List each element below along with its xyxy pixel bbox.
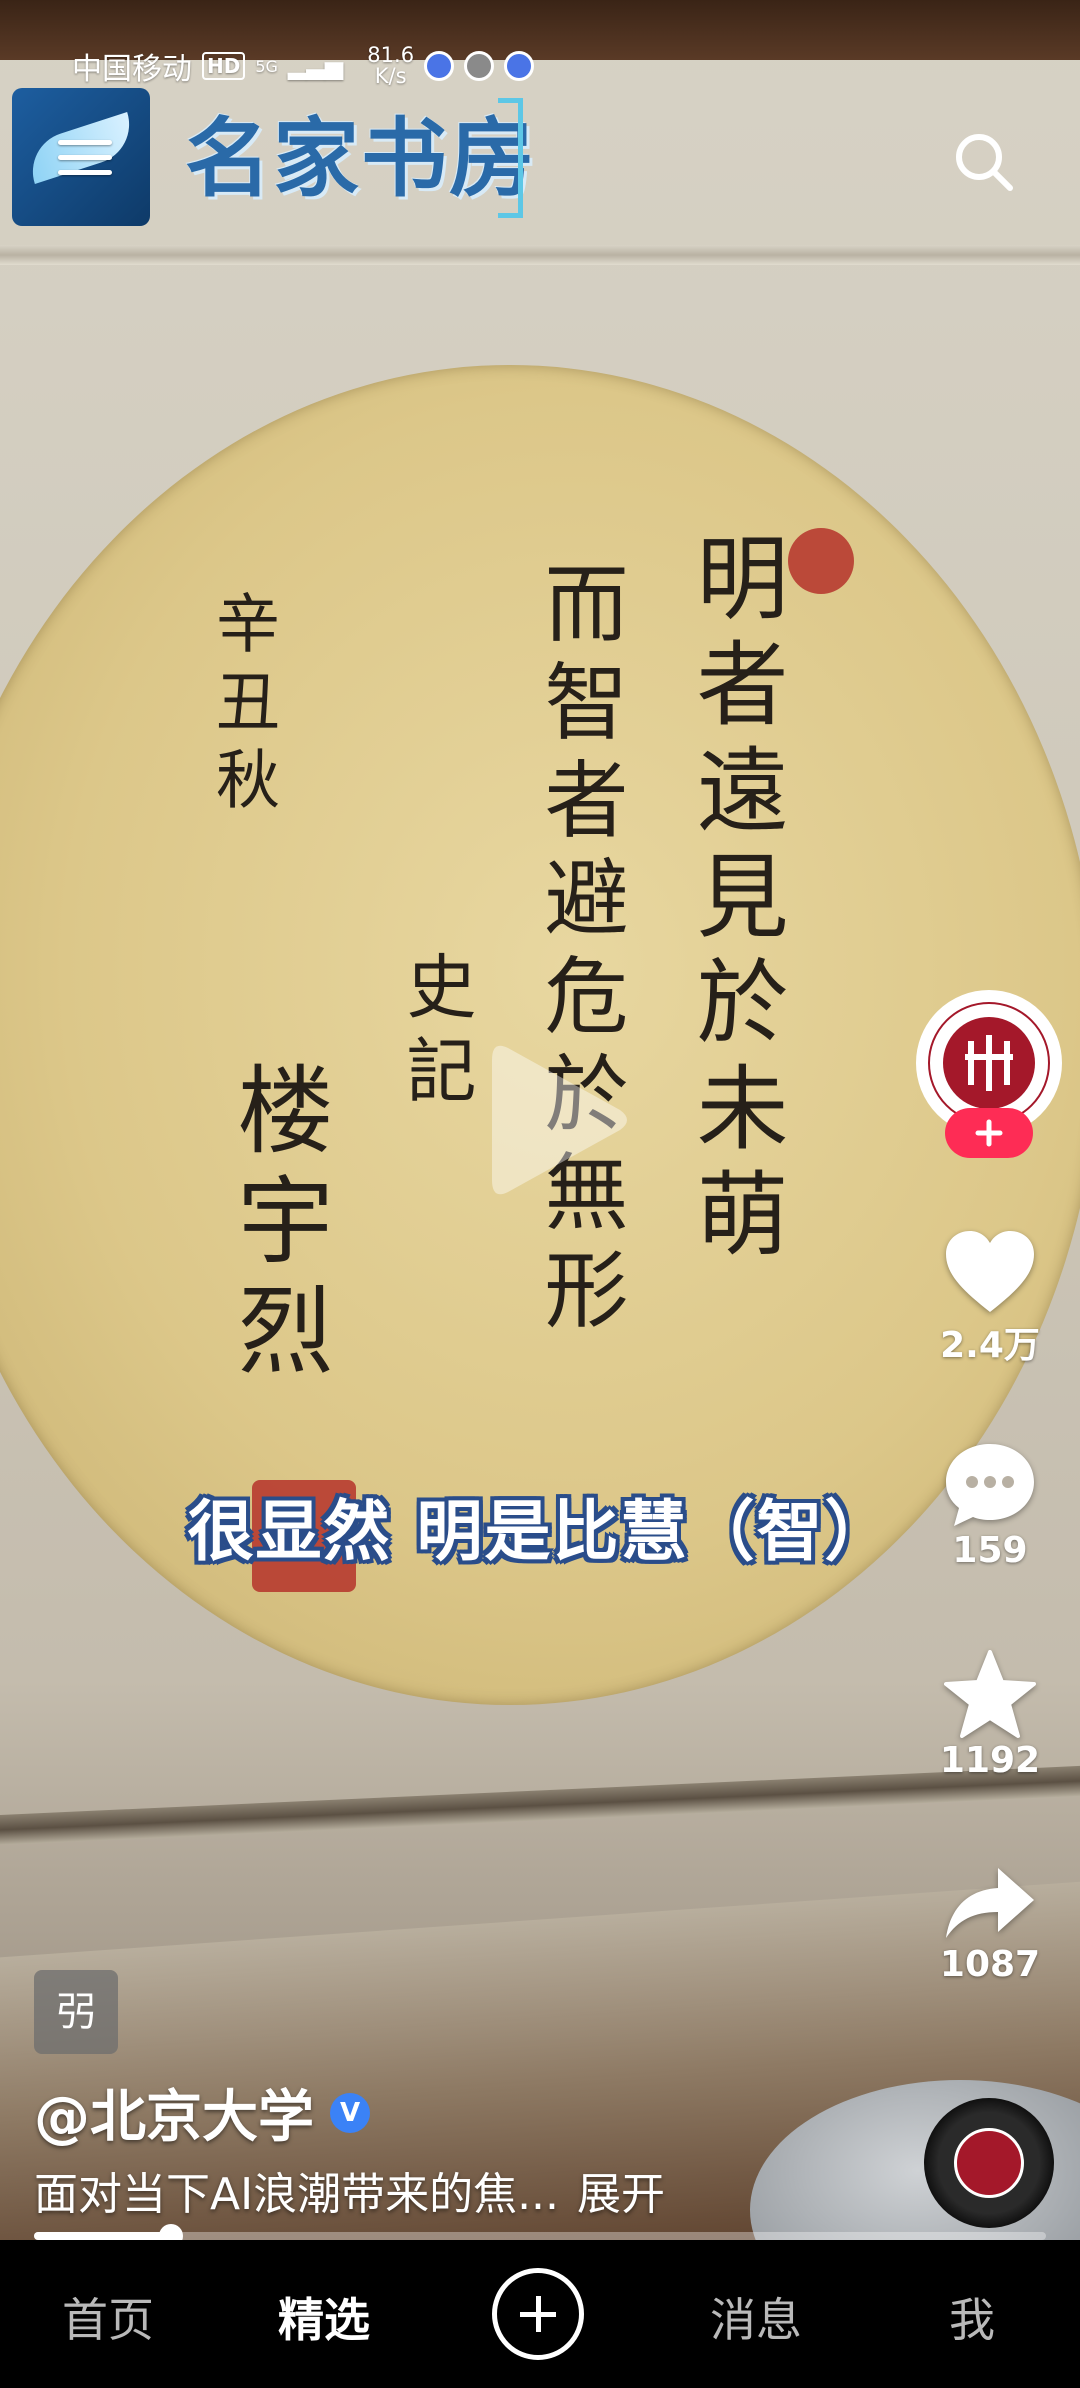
create-post-button[interactable] bbox=[492, 2268, 584, 2360]
author-name[interactable]: @北京大学 V bbox=[34, 2072, 370, 2153]
audio-notification-icon bbox=[464, 51, 495, 81]
author-handle: @北京大学 bbox=[34, 2085, 314, 2150]
comment-button[interactable]: 159 bbox=[920, 1440, 1060, 1571]
video-progress-bar[interactable] bbox=[34, 2224, 1046, 2248]
like-count: 2.4万 bbox=[940, 1325, 1040, 1366]
follow-button[interactable] bbox=[945, 1108, 1033, 1158]
calligraphy-column-1: 明者遠見於未萌 bbox=[681, 530, 788, 1272]
calligraphy-column-5: 楼宇烈 bbox=[221, 1060, 333, 1390]
like-button[interactable]: 2.4万 bbox=[920, 1228, 1060, 1368]
search-icon bbox=[956, 134, 1013, 191]
network-type: 5G bbox=[255, 56, 278, 76]
hd-badge: HD bbox=[202, 52, 246, 80]
description-text: 面对当下AI浪潮带来的焦... bbox=[34, 2169, 560, 2220]
tab-me[interactable]: 我 bbox=[892, 2284, 1052, 2350]
menu-line bbox=[58, 155, 112, 160]
music-disc[interactable] bbox=[924, 2098, 1054, 2228]
progress-fill bbox=[34, 2232, 171, 2240]
menu-icon[interactable] bbox=[58, 140, 112, 184]
verified-badge-icon: V bbox=[330, 2092, 370, 2133]
comment-count: 159 bbox=[952, 1530, 1028, 1571]
brand-bracket bbox=[498, 98, 523, 218]
frame-edge bbox=[0, 245, 1080, 265]
comment-icon bbox=[946, 1444, 1034, 1526]
video-tag-badge[interactable]: 弜 bbox=[34, 1970, 118, 2054]
app-notification-icon-2 bbox=[504, 51, 535, 81]
share-arrow-icon bbox=[946, 1868, 1034, 1938]
calligraphy-column-2: 而智者避危於無形 bbox=[531, 560, 629, 1344]
heart-icon bbox=[946, 1231, 1034, 1312]
play-button[interactable] bbox=[478, 1030, 638, 1210]
net-speed-unit: K/s bbox=[374, 64, 407, 88]
expand-button[interactable]: 展开 bbox=[577, 2169, 665, 2220]
favorite-button[interactable]: 1192 bbox=[920, 1648, 1060, 1781]
calligraphy-column-3: 史記 bbox=[395, 950, 477, 1118]
net-speed: 81.6 K/s bbox=[367, 45, 414, 87]
tab-home[interactable]: 首页 bbox=[28, 2284, 188, 2350]
frame-edge-lower bbox=[0, 1763, 1080, 1847]
video-subtitle: 很显然 明是比慧（智） bbox=[187, 1493, 893, 1570]
menu-line bbox=[58, 140, 112, 145]
signal-icon: ▂▃▅ bbox=[287, 52, 344, 80]
search-button[interactable] bbox=[952, 130, 1016, 194]
share-button[interactable]: 1087 bbox=[920, 1862, 1060, 1985]
music-cover-icon bbox=[954, 2128, 1024, 2198]
calligraphy-column-4: 辛丑秋 bbox=[205, 590, 279, 824]
carrier-name: 中国移动 bbox=[72, 52, 192, 87]
favorite-count: 1192 bbox=[939, 1740, 1041, 1781]
video-description: 面对当下AI浪潮带来的焦... 展开 bbox=[34, 2158, 665, 2222]
tab-featured[interactable]: 精选 bbox=[244, 2284, 404, 2350]
brand-title: 名家书房 bbox=[185, 109, 537, 209]
share-count: 1087 bbox=[939, 1944, 1041, 1985]
menu-line bbox=[58, 170, 112, 175]
status-bar: 中国移动 HD 5G ▂▃▅ 81.6 K/s bbox=[72, 44, 535, 88]
bottom-nav: 首页 精选 消息 我 bbox=[0, 2240, 1080, 2388]
plus-icon bbox=[975, 1119, 1003, 1147]
tab-messages[interactable]: 消息 bbox=[676, 2284, 836, 2350]
app-notification-icon bbox=[424, 51, 455, 81]
star-icon bbox=[944, 1650, 1036, 1738]
play-icon bbox=[492, 1045, 627, 1195]
